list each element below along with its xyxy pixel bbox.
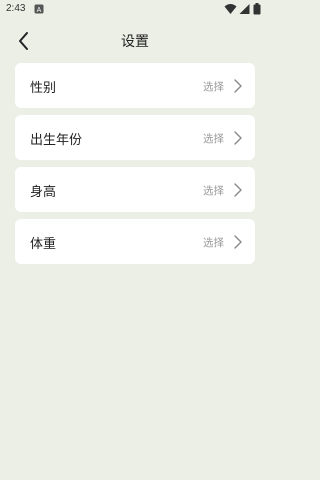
chevron-right-icon bbox=[234, 183, 242, 197]
setting-label: 体重 bbox=[30, 237, 57, 252]
chevron-right-icon bbox=[234, 131, 242, 145]
svg-text:A: A bbox=[37, 7, 42, 14]
status-bar: 2:43 A bbox=[0, 0, 270, 20]
setting-row-height[interactable]: 身高 选择 bbox=[15, 167, 255, 212]
settings-list: 性别 选择 出生年份 选择 身高 选择 体重 选择 bbox=[15, 63, 255, 271]
signal-icon bbox=[239, 4, 250, 14]
setting-row-birth-year[interactable]: 出生年份 选择 bbox=[15, 115, 255, 160]
wifi-icon bbox=[224, 4, 237, 14]
setting-row-weight[interactable]: 体重 选择 bbox=[15, 219, 255, 264]
setting-row-gender[interactable]: 性别 选择 bbox=[15, 63, 255, 108]
setting-value: 选择 bbox=[203, 237, 224, 249]
notification-a-icon: A bbox=[34, 4, 44, 14]
chevron-right-icon bbox=[234, 79, 242, 93]
page-title: 设置 bbox=[121, 34, 149, 50]
status-icons bbox=[224, 3, 264, 15]
setting-label: 性别 bbox=[30, 81, 57, 96]
status-time: 2:43 bbox=[6, 3, 26, 14]
header: 设置 bbox=[0, 24, 270, 58]
setting-value: 选择 bbox=[203, 185, 224, 197]
chevron-right-icon bbox=[234, 235, 242, 249]
setting-value: 选择 bbox=[203, 133, 224, 145]
setting-label: 出生年份 bbox=[30, 133, 83, 148]
setting-label: 身高 bbox=[30, 185, 57, 200]
setting-value: 选择 bbox=[203, 81, 224, 93]
battery-icon bbox=[253, 3, 261, 15]
